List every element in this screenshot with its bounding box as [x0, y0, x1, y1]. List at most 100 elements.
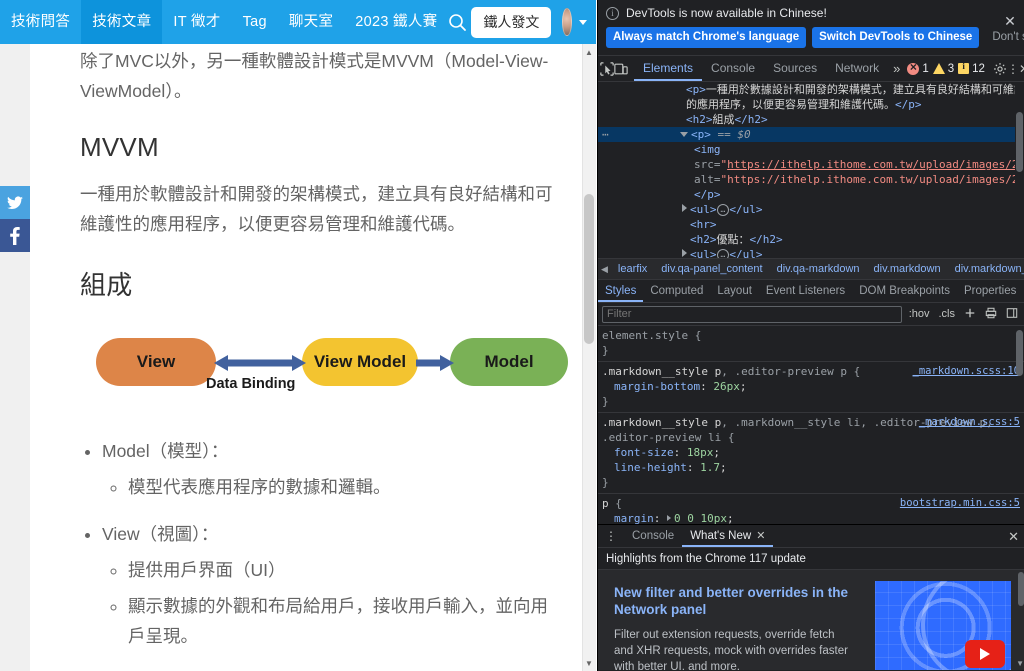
rule-selector-alt[interactable]: .editor-preview p	[734, 365, 847, 378]
close-icon[interactable]: ✕	[1002, 14, 1018, 30]
dom-line[interactable]: <ul>… </ul>	[598, 202, 1024, 217]
tab-sources[interactable]: Sources	[764, 56, 826, 81]
nav-item-tag[interactable]: Tag	[232, 0, 278, 44]
close-drawer-icon[interactable]: ✕	[1008, 529, 1019, 545]
tab-layout[interactable]: Layout	[710, 280, 759, 302]
dom-tree-scrollbar[interactable]	[1015, 82, 1024, 258]
tab-console[interactable]: Console	[702, 56, 764, 81]
print-icon[interactable]	[983, 307, 999, 322]
dom-tree[interactable]: <p>一種用於數據設計和開發的架構模式，建立具有良好結構和可維護性 的應用程序，…	[598, 82, 1024, 259]
rule-selector-alt1[interactable]: .markdown__style li	[734, 416, 860, 429]
css-declaration[interactable]: font-size: 18px;	[598, 445, 1024, 460]
chevron-down-icon[interactable]	[579, 19, 587, 25]
warning-count-badge[interactable]: 3	[932, 63, 954, 75]
dom-gutter-dots[interactable]: ⋯	[602, 127, 609, 142]
css-rule-markdown-font[interactable]: .markdown__style p, .markdown__style li,…	[598, 413, 1024, 494]
page-scrollbar[interactable]: ▲ ▼	[582, 44, 596, 671]
styles-rules-pane[interactable]: element.style { } .markdown__style p, .e…	[598, 326, 1024, 554]
page-scrollbar-thumb[interactable]	[584, 194, 594, 344]
nav-item-ironman-2023[interactable]: 2023 鐵人賽	[344, 0, 448, 44]
dom-line-selected[interactable]: ⋯ <p> == $0	[598, 127, 1024, 142]
breadcrumb-item-markdown[interactable]: div.markdown	[867, 263, 948, 275]
info-count-badge[interactable]: 12	[958, 61, 985, 75]
always-match-language-button[interactable]: Always match Chrome's language	[606, 27, 807, 48]
rule-selector[interactable]: p	[602, 497, 609, 510]
device-toolbar-icon[interactable]	[614, 57, 628, 81]
youtube-play-icon[interactable]	[965, 640, 1005, 668]
styles-scrollbar-thumb[interactable]	[1016, 330, 1023, 376]
css-property-name[interactable]: margin-bottom	[614, 380, 700, 393]
hov-toggle[interactable]: :hov	[907, 308, 932, 320]
breadcrumb-item-learfix[interactable]: learfix	[611, 263, 654, 275]
dom-tree-scrollbar-thumb[interactable]	[1016, 112, 1023, 172]
rule-selector[interactable]: element.style	[602, 329, 688, 342]
scroll-up-arrow-icon[interactable]: ▲	[584, 46, 594, 58]
dom-line[interactable]: 的應用程序，以便更容易管理和維護代碼。</p>	[598, 97, 1024, 112]
styles-scrollbar[interactable]	[1015, 326, 1024, 554]
scroll-down-arrow-icon[interactable]: ▼	[584, 657, 594, 669]
tab-network[interactable]: Network	[826, 56, 888, 81]
plus-icon[interactable]	[962, 307, 978, 322]
whats-new-title[interactable]: New filter and better overrides in the N…	[614, 584, 850, 618]
css-property-name[interactable]: font-size	[614, 446, 674, 459]
close-devtools-icon[interactable]: ✕	[1019, 57, 1024, 81]
rule-source-link[interactable]: bootstrap.min.css:5	[900, 496, 1020, 511]
panel-toggle-icon[interactable]	[1004, 307, 1020, 322]
tab-elements[interactable]: Elements	[634, 56, 703, 81]
rule-selector[interactable]: .markdown__style p	[602, 365, 721, 378]
dom-line[interactable]: <h2>優點：</h2>	[598, 232, 1024, 247]
dom-line-img[interactable]: <img src="https://ithelp.ithome.com.tw/u…	[598, 142, 1024, 187]
more-vertical-icon[interactable]: ⋮	[1007, 57, 1019, 81]
tab-computed[interactable]: Computed	[643, 280, 710, 302]
nav-item-qa[interactable]: 技術問答	[0, 0, 81, 44]
facebook-icon[interactable]	[0, 219, 30, 252]
dont-show-again-button[interactable]: Don't show again	[985, 27, 1024, 48]
inspect-element-icon[interactable]	[600, 57, 614, 81]
nav-item-jobs[interactable]: IT 徵才	[162, 0, 231, 44]
cls-toggle[interactable]: .cls	[937, 308, 958, 320]
dom-line[interactable]: <h2>組成</h2>	[598, 112, 1024, 127]
twitter-icon[interactable]	[0, 186, 30, 219]
rule-selector-alt3[interactable]: .editor-preview li	[602, 431, 721, 444]
avatar[interactable]	[562, 8, 572, 36]
breadcrumb-item-qa-panel-content[interactable]: div.qa-panel_content	[654, 263, 769, 275]
breadcrumb-scroll-left-icon[interactable]: ◀	[598, 264, 611, 275]
scroll-down-arrow-icon[interactable]: ▼	[1016, 659, 1024, 668]
more-tabs-icon[interactable]: »	[888, 61, 905, 76]
drawer-tab-whats-new[interactable]: What's New ✕	[682, 525, 774, 547]
whats-new-scrollbar-thumb[interactable]	[1018, 572, 1024, 606]
tab-dom-breakpoints[interactable]: DOM Breakpoints	[852, 280, 957, 302]
dom-line[interactable]: <p>一種用於數據設計和開發的架構模式，建立具有良好結構和可維護性	[598, 82, 1024, 97]
css-rule-element-style[interactable]: element.style { }	[598, 326, 1024, 362]
dom-line[interactable]: <ul>… </ul>	[598, 247, 1024, 258]
css-property-name[interactable]: line-height	[614, 461, 687, 474]
nav-item-articles[interactable]: 技術文章	[81, 0, 163, 44]
rule-source-link[interactable]: _markdown.scss:5	[919, 415, 1020, 430]
post-article-button[interactable]: 鐵人發文	[471, 6, 552, 38]
nav-item-chatroom[interactable]: 聊天室	[278, 0, 344, 44]
css-declaration[interactable]: line-height: 1.7;	[598, 460, 1024, 475]
rule-selector[interactable]: .markdown__style p	[602, 416, 721, 429]
css-declaration[interactable]: margin-bottom: 26px;	[598, 379, 1024, 394]
switch-to-chinese-button[interactable]: Switch DevTools to Chinese	[812, 27, 980, 48]
close-icon[interactable]: ✕	[756, 530, 765, 542]
tab-properties[interactable]: Properties	[957, 280, 1023, 302]
gear-icon[interactable]	[993, 57, 1007, 81]
tab-styles[interactable]: Styles	[598, 280, 644, 302]
error-count-badge[interactable]: 1	[907, 60, 929, 75]
css-property-value[interactable]: 18px	[687, 446, 714, 459]
breadcrumb-item-markdown-style[interactable]: div.markdown__style	[948, 263, 1024, 275]
drawer-tab-console[interactable]: Console	[624, 525, 682, 547]
dom-line[interactable]: <hr>	[598, 217, 1024, 232]
dom-line[interactable]: </p>	[598, 187, 1024, 202]
rule-source-link[interactable]: _markdown.scss:10	[913, 364, 1020, 379]
search-icon[interactable]	[448, 0, 467, 44]
css-property-value[interactable]: 1.7	[700, 461, 720, 474]
tab-event-listeners[interactable]: Event Listeners	[759, 280, 852, 302]
filter-input[interactable]	[602, 305, 902, 323]
chrome-devtools-video-thumbnail[interactable]	[875, 581, 1011, 670]
more-vertical-icon[interactable]: ⋮	[598, 529, 624, 543]
css-rule-markdown-p[interactable]: .markdown__style p, .editor-preview p { …	[598, 362, 1024, 413]
css-property-value[interactable]: 26px	[713, 380, 740, 393]
breadcrumb-item-qa-markdown[interactable]: div.qa-markdown	[770, 263, 867, 275]
